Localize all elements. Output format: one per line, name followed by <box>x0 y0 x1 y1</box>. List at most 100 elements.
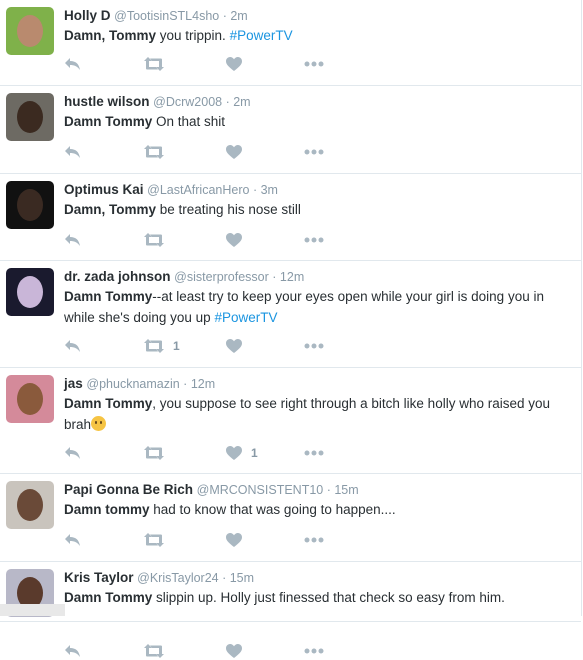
tweet-actions: 1 <box>64 444 581 462</box>
user-handle[interactable]: @phucknamazin <box>86 377 179 391</box>
hashtag-link[interactable]: #PowerTV <box>230 28 293 43</box>
tweet-header: Kris Taylor @KrisTaylor24 · 15m <box>64 569 575 587</box>
highlighted-keyword: Damn Tommy <box>64 289 152 304</box>
display-name[interactable]: Holly D <box>64 8 111 23</box>
reply-button[interactable] <box>64 337 81 355</box>
like-button[interactable]: 1 <box>226 444 258 462</box>
retweet-button[interactable] <box>144 143 164 161</box>
tweet[interactable]: Holly D @TootisinSTL4sho · 2m Damn, Tommy… <box>0 0 581 86</box>
text-segment: On that shit <box>152 114 225 129</box>
reply-button[interactable] <box>64 642 81 660</box>
more-button[interactable] <box>304 444 324 462</box>
like-button[interactable] <box>226 642 242 660</box>
retweet-button[interactable] <box>144 531 164 549</box>
retweet-icon <box>144 644 164 658</box>
hashtag-link[interactable]: #PowerTV <box>214 310 277 325</box>
tweet[interactable]: hustle wilson @Dcrw2008 · 2mDamn Tommy O… <box>0 86 581 174</box>
retweet-icon <box>144 446 164 460</box>
retweet-button[interactable] <box>144 231 164 249</box>
like-button[interactable] <box>226 531 242 549</box>
reply-icon <box>64 233 81 247</box>
avatar[interactable] <box>6 268 54 316</box>
user-handle[interactable]: @Dcrw2008 <box>153 95 222 109</box>
heart-icon <box>226 145 242 159</box>
retweet-button[interactable] <box>144 444 164 462</box>
heart-icon <box>226 644 242 658</box>
separator: · <box>180 377 191 391</box>
avatar[interactable] <box>6 7 54 55</box>
reply-button[interactable] <box>64 444 81 462</box>
user-handle[interactable]: @LastAfricanHero <box>147 183 249 197</box>
more-button[interactable] <box>304 55 324 73</box>
retweet-button[interactable] <box>144 55 164 73</box>
tweet-actions <box>64 55 581 73</box>
reply-icon <box>64 145 81 159</box>
avatar[interactable] <box>6 375 54 423</box>
reply-icon <box>64 339 81 353</box>
heart-icon <box>226 339 242 353</box>
retweet-icon <box>144 533 164 547</box>
user-handle[interactable]: @KrisTaylor24 <box>137 571 218 585</box>
display-name[interactable]: dr. zada johnson <box>64 269 171 284</box>
like-button[interactable] <box>226 231 242 249</box>
reply-icon <box>64 446 81 460</box>
reply-icon <box>64 644 81 658</box>
tweet[interactable]: Kris Taylor @KrisTaylor24 · 15mDamn Tomm… <box>0 562 581 622</box>
timestamp[interactable]: 15m <box>230 571 254 585</box>
avatar-face <box>17 276 43 308</box>
tweet-timeline: Holly D @TootisinSTL4sho · 2m Damn, Tommy… <box>0 0 582 616</box>
tweet-text: Damn Tommy--at least try to keep your ey… <box>64 286 569 328</box>
like-button[interactable] <box>226 337 242 355</box>
more-button[interactable] <box>304 143 324 161</box>
timestamp[interactable]: 2m <box>230 9 247 23</box>
reply-button[interactable] <box>64 55 81 73</box>
tweet-header: Papi Gonna Be Rich @MRCONSISTENT10 · 15m <box>64 481 575 499</box>
text-segment: you trippin. <box>156 28 230 43</box>
timestamp[interactable]: 12m <box>191 377 215 391</box>
display-name[interactable]: Papi Gonna Be Rich <box>64 482 193 497</box>
more-button[interactable] <box>304 231 324 249</box>
tweet[interactable]: dr. zada johnson @sisterprofessor · 12mD… <box>0 261 581 368</box>
tweet[interactable]: Optimus Kai @LastAfricanHero · 3mDamn, T… <box>0 174 581 261</box>
user-handle[interactable]: @sisterprofessor <box>174 270 269 284</box>
timestamp[interactable]: 3m <box>261 183 278 197</box>
avatar[interactable] <box>6 93 54 141</box>
display-name[interactable]: Kris Taylor <box>64 570 134 585</box>
tweet-header: hustle wilson @Dcrw2008 · 2m <box>64 93 575 111</box>
tweet[interactable]: Papi Gonna Be Rich @MRCONSISTENT10 · 15m… <box>0 474 581 562</box>
display-name[interactable]: Optimus Kai <box>64 182 144 197</box>
thinking-emoji-icon <box>91 416 106 431</box>
reply-button[interactable] <box>64 143 81 161</box>
tweet-text: Damn Tommy, you suppose to see right thr… <box>64 393 569 435</box>
like-button[interactable] <box>226 55 242 73</box>
more-icon <box>304 149 324 155</box>
highlighted-keyword: Damn tommy <box>64 502 150 517</box>
retweet-icon <box>144 233 164 247</box>
timestamp[interactable]: 2m <box>233 95 250 109</box>
display-name[interactable]: jas <box>64 376 83 391</box>
like-count: 1 <box>251 446 258 460</box>
more-button[interactable] <box>304 531 324 549</box>
avatar-face <box>17 489 43 521</box>
separator: · <box>219 9 230 23</box>
more-button[interactable] <box>304 337 324 355</box>
tweet-text: Damn Tommy On that shit <box>64 111 569 132</box>
user-handle[interactable]: @TootisinSTL4sho <box>114 9 219 23</box>
reply-button[interactable] <box>64 231 81 249</box>
timestamp[interactable]: 12m <box>280 270 304 284</box>
separator: · <box>222 95 233 109</box>
avatar[interactable] <box>6 181 54 229</box>
retweet-button[interactable] <box>144 642 164 660</box>
user-handle[interactable]: @MRCONSISTENT10 <box>197 483 324 497</box>
more-icon <box>304 343 324 349</box>
more-button[interactable] <box>304 642 324 660</box>
highlighted-keyword: Damn, Tommy <box>64 28 156 43</box>
retweet-button[interactable]: 1 <box>144 337 180 355</box>
like-button[interactable] <box>226 143 242 161</box>
avatar[interactable] <box>6 481 54 529</box>
tweet[interactable]: jas @phucknamazin · 12m Damn Tommy, you s… <box>0 368 581 474</box>
display-name[interactable]: hustle wilson <box>64 94 150 109</box>
reply-button[interactable] <box>64 531 81 549</box>
timestamp[interactable]: 15m <box>334 483 358 497</box>
tweet-header: dr. zada johnson @sisterprofessor · 12m <box>64 268 575 286</box>
